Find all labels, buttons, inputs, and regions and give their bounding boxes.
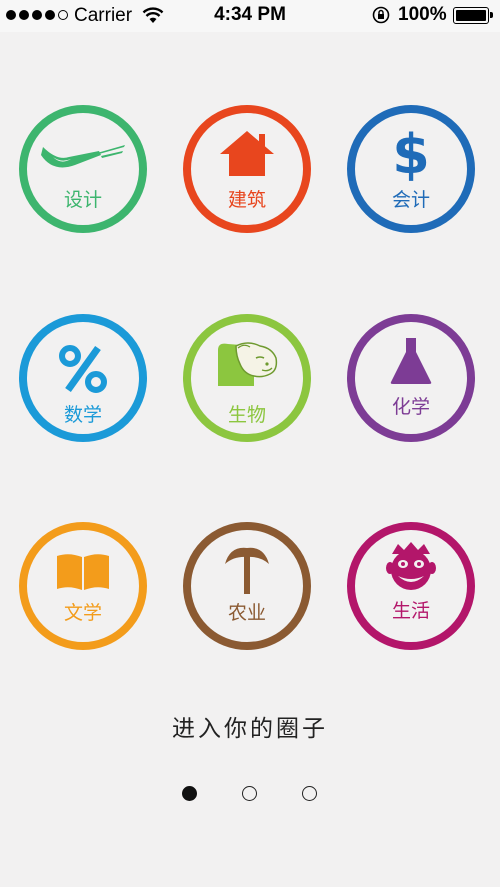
category-label: 化学 xyxy=(391,396,430,418)
dollar-icon: $ xyxy=(392,123,430,183)
battery-percent: 100% xyxy=(398,4,447,25)
category-design[interactable]: 设计 xyxy=(19,105,147,233)
category-architecture[interactable]: 建筑 xyxy=(183,105,311,233)
category-label: 生物 xyxy=(227,404,266,426)
category-chemistry[interactable]: 化学 xyxy=(347,314,475,442)
tagline: 进入你的圈子 xyxy=(172,716,328,742)
battery-icon xyxy=(453,7,493,24)
knife-icon xyxy=(41,145,125,168)
flask-icon xyxy=(390,338,432,384)
category-math[interactable]: 数学 xyxy=(19,314,147,442)
rotation-lock-icon xyxy=(372,6,390,24)
svg-text:$: $ xyxy=(392,123,430,183)
face-icon xyxy=(386,542,436,590)
category-literature[interactable]: 文学 xyxy=(19,522,147,650)
page-dot-1[interactable] xyxy=(182,786,197,801)
category-label: 生活 xyxy=(391,600,430,622)
category-label: 数学 xyxy=(63,404,102,426)
category-biology[interactable]: 生物 xyxy=(183,314,311,442)
status-bar: Carrier 4:34 PM 100% xyxy=(0,0,500,32)
page-dot-3[interactable] xyxy=(302,786,317,801)
sprout-icon xyxy=(225,547,269,594)
page-indicator[interactable] xyxy=(0,786,500,802)
category-agriculture[interactable]: 农业 xyxy=(183,522,311,650)
percent-icon xyxy=(59,345,107,393)
page-dot-2[interactable] xyxy=(242,786,257,801)
category-label: 建筑 xyxy=(227,189,266,211)
category-label: 文学 xyxy=(63,602,102,624)
sheep-icon xyxy=(218,342,278,386)
category-life[interactable]: 生活 xyxy=(347,522,475,650)
category-label: 会计 xyxy=(391,189,430,211)
category-label: 设计 xyxy=(63,189,102,211)
category-accounting[interactable]: $ 会计 xyxy=(347,105,475,233)
category-label: 农业 xyxy=(227,602,266,624)
house-icon xyxy=(220,131,274,176)
book-icon xyxy=(57,554,109,590)
